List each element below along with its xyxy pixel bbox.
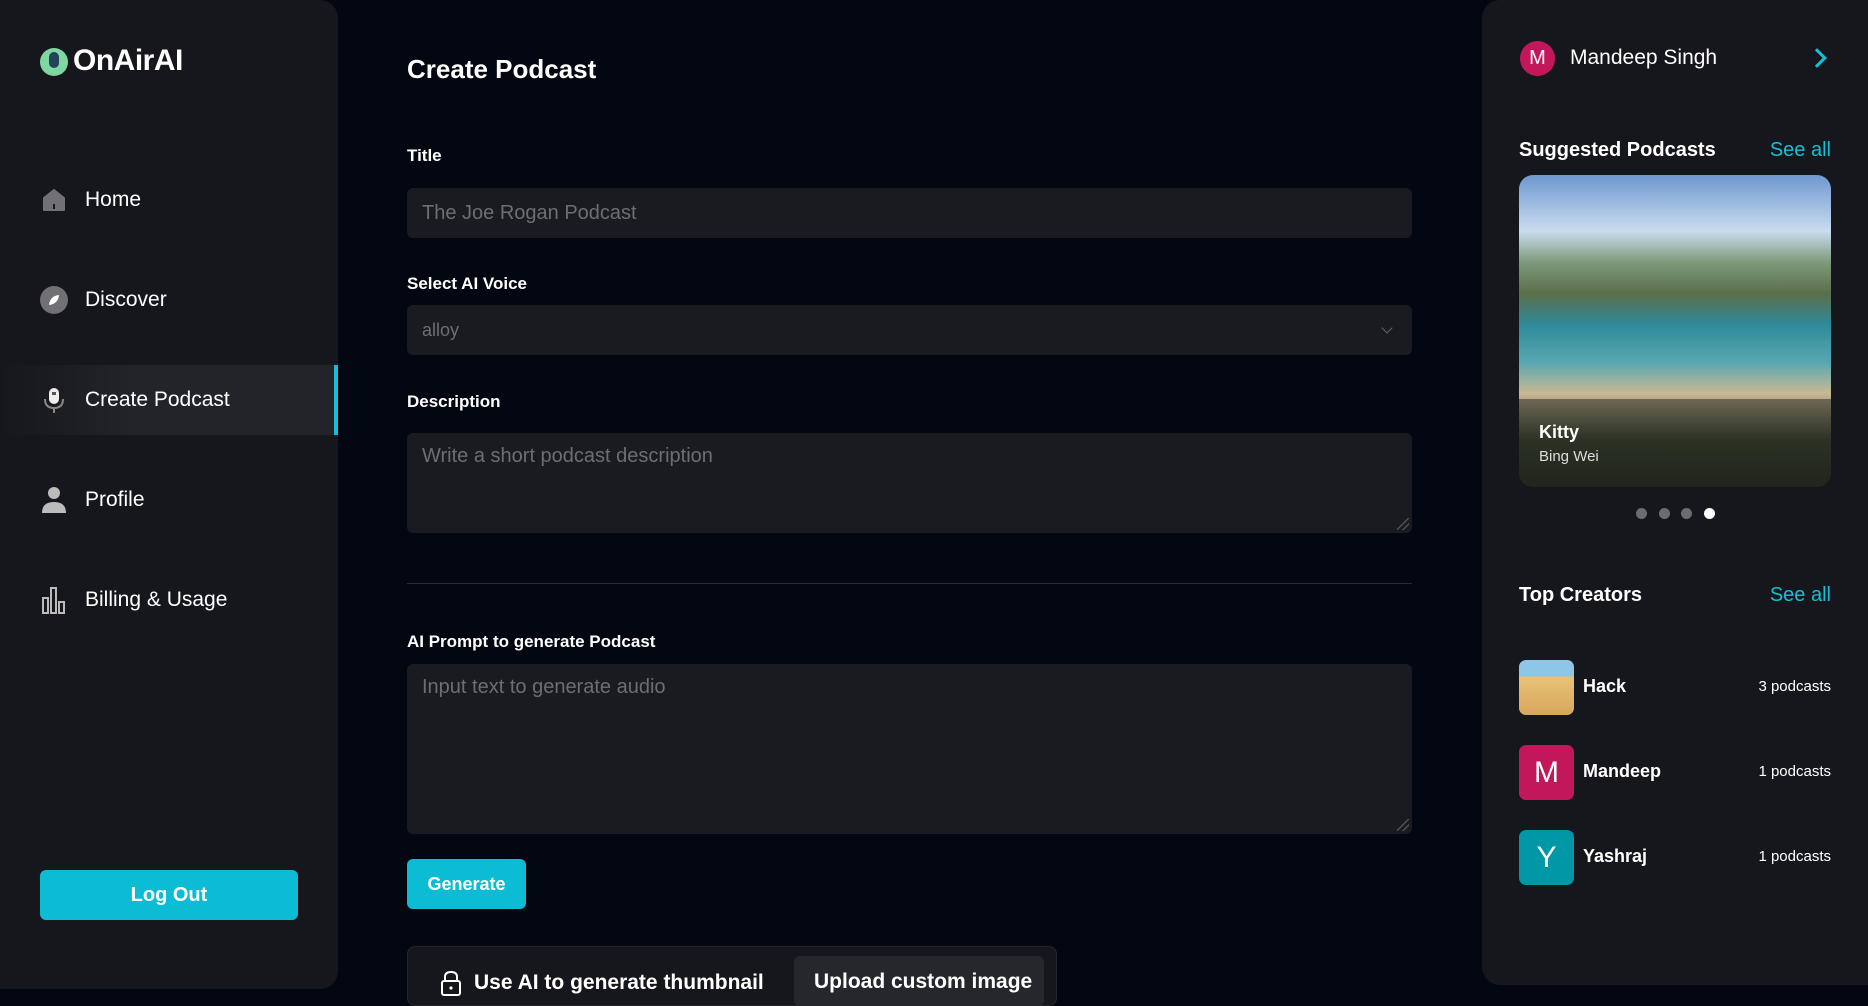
sidebar-item-discover[interactable]: Discover: [0, 265, 338, 335]
description-placeholder: Write a short podcast description: [422, 445, 713, 467]
voice-select[interactable]: alloy: [407, 305, 1412, 355]
logout-button[interactable]: Log Out: [40, 870, 298, 920]
card-author: Bing Wei: [1539, 448, 1599, 465]
sidebar-item-label: Home: [85, 188, 142, 211]
user-name[interactable]: Mandeep Singh: [1570, 46, 1717, 70]
creators-see-all[interactable]: See all: [1770, 584, 1831, 607]
carousel-dot[interactable]: [1636, 508, 1647, 519]
carousel-dot-active[interactable]: [1704, 508, 1715, 519]
sidebar-item-label: Discover: [85, 288, 167, 311]
creator-row[interactable]: Hack 3 podcasts: [1519, 660, 1831, 715]
microphone-icon: [40, 386, 68, 414]
ai-thumbnail-label: Use AI to generate thumbnail: [474, 971, 764, 994]
creator-count: 1 podcasts: [1758, 848, 1831, 865]
bar-chart-icon: [40, 586, 68, 614]
home-icon: [40, 186, 68, 214]
carousel-dot[interactable]: [1659, 508, 1670, 519]
sidebar-item-home[interactable]: Home: [0, 165, 338, 235]
sidebar-item-create-podcast[interactable]: Create Podcast: [0, 365, 338, 435]
upload-image-tab[interactable]: Upload custom image: [794, 956, 1044, 1006]
creator-name: Mandeep: [1583, 761, 1662, 781]
chevron-down-icon: [1381, 321, 1393, 334]
card-title: Kitty: [1539, 422, 1579, 442]
logo-microphone-icon: [40, 48, 68, 76]
sidebar-item-billing[interactable]: Billing & Usage: [0, 565, 338, 635]
resize-handle[interactable]: [1397, 518, 1409, 530]
podcast-card[interactable]: Kitty Bing Wei: [1519, 175, 1831, 487]
suggested-title: Suggested Podcasts: [1519, 139, 1716, 161]
description-label: Description: [407, 392, 501, 411]
prompt-label: AI Prompt to generate Podcast: [407, 632, 656, 651]
resize-handle[interactable]: [1397, 819, 1409, 831]
creator-avatar: M: [1519, 745, 1574, 800]
carousel-dot[interactable]: [1681, 508, 1692, 519]
description-textarea[interactable]: Write a short podcast description: [407, 433, 1412, 533]
voice-selected-value: alloy: [422, 319, 460, 340]
title-input[interactable]: The Joe Rogan Podcast: [407, 188, 1412, 238]
card-overlay: [1519, 399, 1831, 487]
creator-avatar-image: [1519, 660, 1574, 715]
logo-text[interactable]: OnAirAI: [73, 44, 183, 78]
page-title: Create Podcast: [407, 54, 597, 84]
sidebar: OnAirAI Home Discover Create Podcast Pro…: [0, 0, 338, 989]
creator-row[interactable]: Y Yashraj 1 podcasts: [1519, 830, 1831, 885]
creator-count: 3 podcasts: [1758, 678, 1831, 695]
sidebar-item-label: Create Podcast: [85, 388, 230, 411]
sidebar-item-label: Profile: [85, 488, 145, 511]
generate-button[interactable]: Generate: [407, 859, 526, 909]
creators-title: Top Creators: [1519, 584, 1642, 606]
prompt-textarea[interactable]: Input text to generate audio: [407, 664, 1412, 834]
voice-label: Select AI Voice: [407, 274, 527, 293]
creator-name: Hack: [1583, 676, 1627, 696]
creator-count: 1 podcasts: [1758, 763, 1831, 780]
suggested-see-all[interactable]: See all: [1770, 139, 1831, 162]
creator-name: Yashraj: [1583, 846, 1648, 866]
creator-avatar: Y: [1519, 830, 1574, 885]
title-placeholder: The Joe Rogan Podcast: [422, 201, 637, 224]
prompt-placeholder: Input text to generate audio: [422, 676, 666, 698]
ai-thumbnail-tab[interactable]: Use AI to generate thumbnail: [440, 970, 764, 996]
title-label: Title: [407, 146, 442, 165]
sidebar-item-profile[interactable]: Profile: [0, 465, 338, 535]
sidebar-item-label: Billing & Usage: [85, 588, 228, 611]
divider: [407, 583, 1412, 584]
user-avatar[interactable]: M: [1520, 41, 1555, 76]
user-icon: [40, 486, 68, 514]
creator-row[interactable]: M Mandeep 1 podcasts: [1519, 745, 1831, 800]
lock-icon: [441, 970, 461, 996]
compass-icon: [40, 286, 68, 314]
